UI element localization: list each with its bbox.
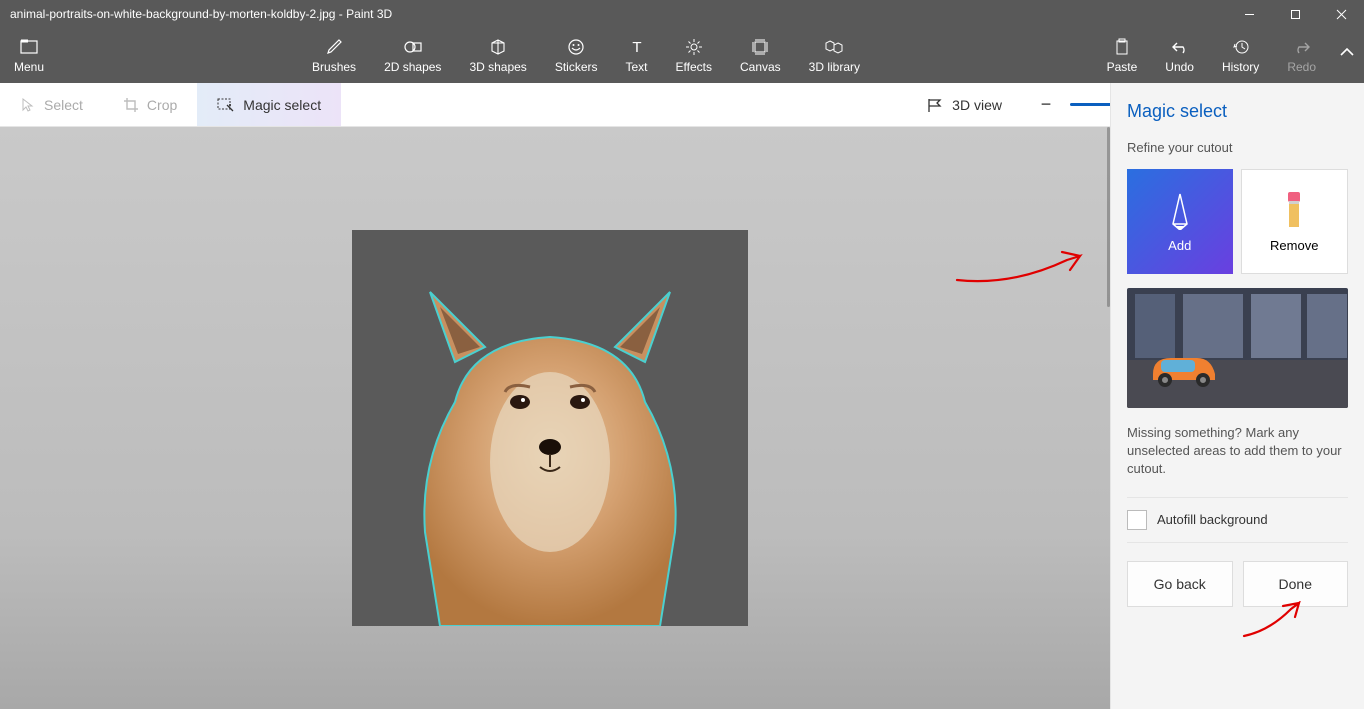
3d-view-toggle[interactable]: 3D view (906, 83, 1022, 126)
effects-icon (685, 38, 703, 56)
library-icon (824, 38, 844, 56)
history-icon (1232, 38, 1250, 56)
maximize-button[interactable] (1272, 0, 1318, 28)
car-icon (1143, 346, 1223, 388)
shapes-2d-icon (403, 38, 423, 56)
window-title: animal-portraits-on-white-background-by-… (10, 7, 1226, 21)
canvas-icon (751, 38, 769, 56)
add-tile[interactable]: Add (1127, 169, 1233, 274)
paste-icon (1113, 38, 1131, 56)
3d-shapes-tab[interactable]: 3D shapes (455, 28, 540, 83)
titlebar: animal-portraits-on-white-background-by-… (0, 0, 1364, 28)
panel-help-text: Missing something? Mark any unselected a… (1127, 424, 1348, 479)
brush-icon (325, 38, 343, 56)
text-tab[interactable]: T Text (612, 28, 662, 83)
magic-select-icon (217, 97, 235, 113)
menu-button[interactable]: Menu (0, 28, 58, 83)
effects-tab[interactable]: Effects (662, 28, 726, 83)
autofill-checkbox[interactable] (1127, 510, 1147, 530)
2d-shapes-tab[interactable]: 2D shapes (370, 28, 455, 83)
undo-button[interactable]: Undo (1151, 28, 1208, 83)
side-panel: Magic select Refine your cutout Add Remo… (1110, 83, 1364, 709)
redo-icon (1293, 38, 1311, 56)
crop-icon (123, 97, 139, 113)
remove-tile[interactable]: Remove (1241, 169, 1349, 274)
folder-icon (18, 38, 40, 56)
eraser-icon (1284, 190, 1304, 230)
collapse-ribbon-icon[interactable] (1338, 46, 1356, 58)
pointer-icon (20, 97, 36, 113)
go-back-button[interactable]: Go back (1127, 561, 1233, 607)
canvas-image[interactable] (352, 230, 748, 626)
preview-thumbnail (1127, 288, 1348, 408)
done-button[interactable]: Done (1243, 561, 1349, 607)
flag-icon (926, 97, 944, 113)
3d-library-tab[interactable]: 3D library (795, 28, 874, 83)
minimize-button[interactable] (1226, 0, 1272, 28)
canvas-area[interactable] (0, 127, 1110, 709)
history-button[interactable]: History (1208, 28, 1273, 83)
stickers-tab[interactable]: Stickers (541, 28, 612, 83)
select-tool[interactable]: Select (0, 83, 103, 126)
canvas-tab[interactable]: Canvas (726, 28, 795, 83)
close-button[interactable] (1318, 0, 1364, 28)
crop-tool[interactable]: Crop (103, 83, 197, 126)
paste-button[interactable]: Paste (1093, 28, 1152, 83)
undo-icon (1171, 38, 1189, 56)
ribbon: Menu Brushes 2D shapes 3D shapes Sticker… (0, 28, 1364, 83)
text-icon: T (628, 38, 646, 56)
fox-selection (410, 282, 690, 626)
autofill-checkbox-row[interactable]: Autofill background (1127, 497, 1348, 543)
shapes-3d-icon (489, 38, 507, 56)
brushes-tab[interactable]: Brushes (298, 28, 370, 83)
panel-title: Magic select (1127, 101, 1348, 122)
zoom-out-button[interactable]: − (1036, 94, 1056, 115)
redo-button: Redo (1273, 28, 1330, 83)
svg-text:T: T (632, 39, 641, 56)
sticker-icon (567, 38, 585, 56)
pencil-add-icon (1165, 190, 1195, 230)
panel-subtitle: Refine your cutout (1127, 140, 1348, 155)
magic-select-tool[interactable]: Magic select (197, 83, 341, 126)
